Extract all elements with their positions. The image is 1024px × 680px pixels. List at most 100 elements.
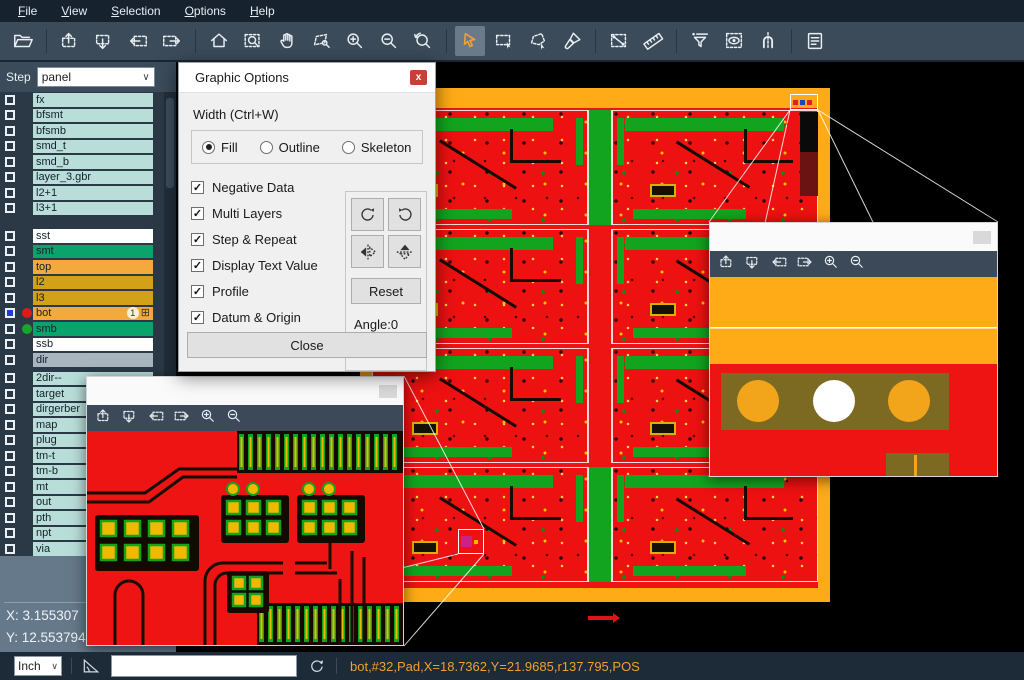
layer-checkbox[interactable] bbox=[5, 355, 15, 365]
layer-checkbox[interactable] bbox=[5, 277, 15, 287]
filter-button[interactable] bbox=[685, 26, 715, 56]
layer-checkbox[interactable] bbox=[5, 420, 15, 430]
layer-row-dir[interactable]: dir bbox=[0, 352, 164, 368]
menu-view[interactable]: View bbox=[51, 2, 97, 20]
layer-chip[interactable]: dir bbox=[33, 353, 153, 367]
layer-chip[interactable]: bfsmb bbox=[33, 124, 153, 138]
layer-row-bfsmb[interactable]: bfsmb bbox=[0, 123, 164, 139]
checkbox-profile[interactable]: ✓Profile bbox=[191, 278, 339, 304]
layer-row-top[interactable]: top bbox=[0, 259, 164, 275]
rotate-cw-button[interactable] bbox=[351, 198, 384, 231]
command-input[interactable] bbox=[111, 655, 297, 677]
select-button[interactable] bbox=[455, 26, 485, 56]
zoom-window-button[interactable] bbox=[238, 26, 268, 56]
layer-checkbox[interactable] bbox=[5, 389, 15, 399]
layer-checkbox[interactable] bbox=[5, 339, 15, 349]
layer-row-bot[interactable]: bot1⊞ bbox=[0, 306, 164, 322]
layer-chip[interactable]: smb bbox=[33, 322, 153, 336]
menu-file[interactable]: File bbox=[8, 2, 47, 20]
open-folder-button[interactable] bbox=[8, 26, 38, 56]
dialog-titlebar[interactable]: Graphic Options x bbox=[179, 63, 435, 93]
layer-chip[interactable]: bot1⊞ bbox=[33, 307, 153, 321]
layer-checkbox[interactable] bbox=[5, 231, 15, 241]
zoom-out-button[interactable] bbox=[225, 407, 243, 430]
layer-checkbox[interactable] bbox=[5, 451, 15, 461]
refresh-icon[interactable] bbox=[307, 656, 327, 676]
layer-row-bfsmt[interactable]: bfsmt bbox=[0, 108, 164, 124]
layer-checkbox[interactable] bbox=[5, 95, 15, 105]
layer-checkbox[interactable] bbox=[5, 126, 15, 136]
layer-active-dot[interactable] bbox=[22, 324, 32, 334]
layer-checkbox[interactable] bbox=[5, 308, 15, 318]
layer-checkbox[interactable] bbox=[5, 188, 15, 198]
brush-button[interactable] bbox=[557, 26, 587, 56]
nudge-left-button[interactable] bbox=[147, 407, 165, 430]
measure-button[interactable] bbox=[604, 26, 634, 56]
layer-chip[interactable]: bfsmt bbox=[33, 109, 153, 123]
layer-row-smd_t[interactable]: smd_t bbox=[0, 139, 164, 155]
nudge-down-button[interactable] bbox=[121, 407, 139, 430]
net-search-button[interactable] bbox=[753, 26, 783, 56]
radio-fill[interactable]: Fill bbox=[202, 140, 238, 155]
layer-chip[interactable]: l2+1 bbox=[33, 186, 153, 200]
layer-chip[interactable]: l3+1 bbox=[33, 202, 153, 216]
mirror-horizontal-button[interactable] bbox=[351, 235, 384, 268]
layer-chip[interactable]: smt bbox=[33, 245, 153, 259]
layer-row-fx[interactable]: fx bbox=[0, 92, 164, 108]
nudge-up-button[interactable] bbox=[55, 26, 85, 56]
menu-options[interactable]: Options bbox=[175, 2, 236, 20]
layer-chip[interactable]: sst bbox=[33, 229, 153, 243]
layer-row-l3+1[interactable]: l3+1 bbox=[0, 201, 164, 217]
angle-measure-icon[interactable] bbox=[81, 656, 101, 676]
layer-row-layer_3.gbr[interactable]: layer_3.gbr bbox=[0, 170, 164, 186]
checkbox-negative-data[interactable]: ✓Negative Data bbox=[191, 174, 339, 200]
layer-checkbox[interactable] bbox=[5, 262, 15, 272]
layer-checkbox[interactable] bbox=[5, 246, 15, 256]
nudge-right-button[interactable] bbox=[157, 26, 187, 56]
layer-checkbox[interactable] bbox=[5, 203, 15, 213]
mirror-vertical-button[interactable] bbox=[388, 235, 421, 268]
layer-checkbox[interactable] bbox=[5, 110, 15, 120]
layer-row-ssb[interactable]: ssb bbox=[0, 337, 164, 353]
report-button[interactable] bbox=[800, 26, 830, 56]
layer-checkbox[interactable] bbox=[5, 373, 15, 383]
reset-button[interactable]: Reset bbox=[351, 278, 421, 304]
layer-row-smb[interactable]: smb bbox=[0, 321, 164, 337]
checkbox-display-text-value[interactable]: ✓Display Text Value bbox=[191, 252, 339, 278]
close-icon[interactable]: x bbox=[410, 70, 427, 85]
window-button[interactable] bbox=[973, 231, 991, 244]
zoom-out-button[interactable] bbox=[374, 26, 404, 56]
zoom-in-button[interactable] bbox=[340, 26, 370, 56]
zoom-out-button[interactable] bbox=[848, 253, 866, 276]
radio-outline[interactable]: Outline bbox=[260, 140, 320, 155]
magnifier-window-2[interactable] bbox=[709, 222, 998, 477]
view-eye-button[interactable] bbox=[719, 26, 749, 56]
layer-row-l2[interactable]: l2 bbox=[0, 275, 164, 291]
nudge-right-button[interactable] bbox=[173, 407, 191, 430]
close-button[interactable]: Close bbox=[187, 332, 427, 358]
layer-row-smd_b[interactable]: smd_b bbox=[0, 154, 164, 170]
zoom-previous-button[interactable] bbox=[408, 26, 438, 56]
layer-row-l3[interactable]: l3 bbox=[0, 290, 164, 306]
nudge-down-button[interactable] bbox=[89, 26, 119, 56]
layer-checkbox[interactable] bbox=[5, 544, 15, 554]
layer-checkbox[interactable] bbox=[5, 157, 15, 167]
checkbox-step-repeat[interactable]: ✓Step & Repeat bbox=[191, 226, 339, 252]
nudge-left-button[interactable] bbox=[770, 253, 788, 276]
zoom-polygon-button[interactable] bbox=[306, 26, 336, 56]
ruler-button[interactable] bbox=[638, 26, 668, 56]
nudge-down-button[interactable] bbox=[744, 253, 762, 276]
layer-chip[interactable]: layer_3.gbr bbox=[33, 171, 153, 185]
layer-checkbox[interactable] bbox=[5, 482, 15, 492]
layer-chip[interactable]: ssb bbox=[33, 338, 153, 352]
layer-checkbox[interactable] bbox=[5, 528, 15, 538]
nudge-right-button[interactable] bbox=[796, 253, 814, 276]
layer-chip[interactable]: smd_t bbox=[33, 140, 153, 154]
radio-skeleton[interactable]: Skeleton bbox=[342, 140, 412, 155]
nudge-left-button[interactable] bbox=[123, 26, 153, 56]
layer-chip[interactable]: top bbox=[33, 260, 153, 274]
layer-active-dot[interactable] bbox=[22, 308, 32, 318]
nudge-up-button[interactable] bbox=[95, 407, 113, 430]
rotate-ccw-button[interactable] bbox=[388, 198, 421, 231]
layer-checkbox[interactable] bbox=[5, 404, 15, 414]
